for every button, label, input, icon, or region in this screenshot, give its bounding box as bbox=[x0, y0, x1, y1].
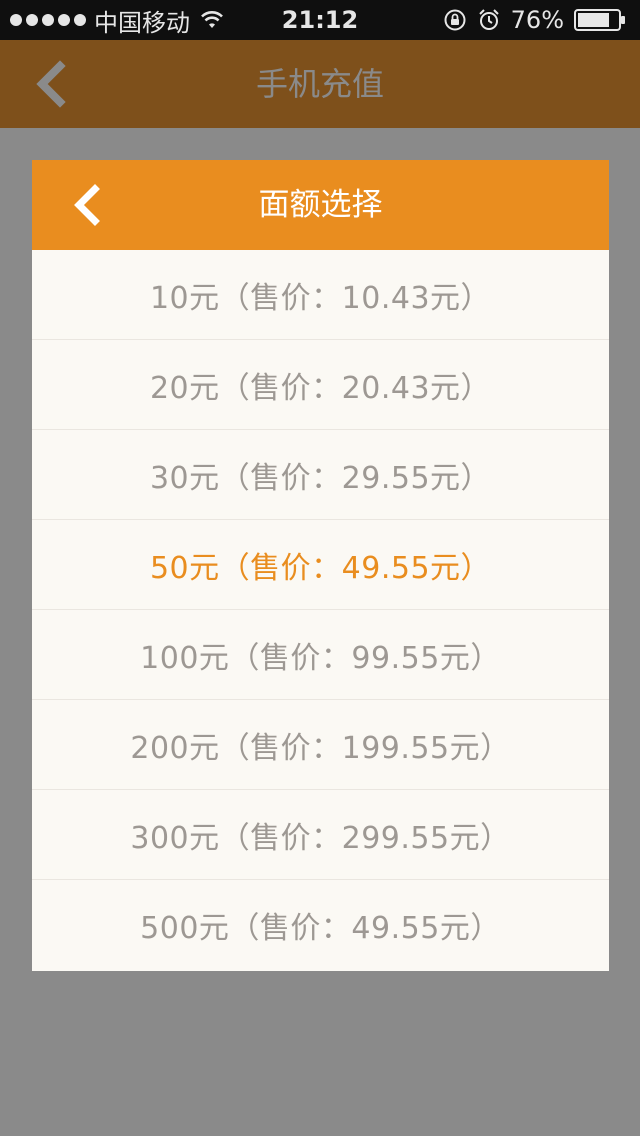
dialog-title: 面额选择 bbox=[258, 187, 383, 223]
alarm-icon bbox=[478, 9, 499, 30]
status-right: 76% bbox=[443, 6, 626, 34]
denomination-dialog: 面额选择 10元（售价：10.43元） 20元（售价：20.43元） 30元（售… bbox=[32, 160, 609, 971]
denomination-option-10[interactable]: 10元（售价：10.43元） bbox=[32, 250, 609, 340]
denomination-option-50[interactable]: 50元（售价：49.55元） bbox=[32, 520, 609, 610]
battery-percent: 76% bbox=[510, 6, 564, 34]
battery-icon bbox=[574, 9, 625, 31]
denomination-option-500[interactable]: 500元（售价：49.55元） bbox=[32, 880, 609, 970]
denomination-option-20[interactable]: 20元（售价：20.43元） bbox=[32, 340, 609, 430]
rotation-lock-icon bbox=[444, 9, 466, 31]
dialog-header: 面额选择 bbox=[32, 160, 609, 250]
denomination-option-30[interactable]: 30元（售价：29.55元） bbox=[32, 430, 609, 520]
denomination-option-300[interactable]: 300元（售价：299.55元） bbox=[32, 790, 609, 880]
page-title: 手机充值 bbox=[255, 65, 384, 103]
denomination-option-200[interactable]: 200元（售价：199.55元） bbox=[32, 700, 609, 790]
denomination-option-100[interactable]: 100元（售价：99.55元） bbox=[32, 610, 609, 700]
nav-bar: 手机充值 bbox=[0, 40, 640, 128]
status-bar: 中国移动 21:12 76% bbox=[0, 0, 640, 40]
denomination-list: 10元（售价：10.43元） 20元（售价：20.43元） 30元（售价：29.… bbox=[32, 250, 609, 970]
